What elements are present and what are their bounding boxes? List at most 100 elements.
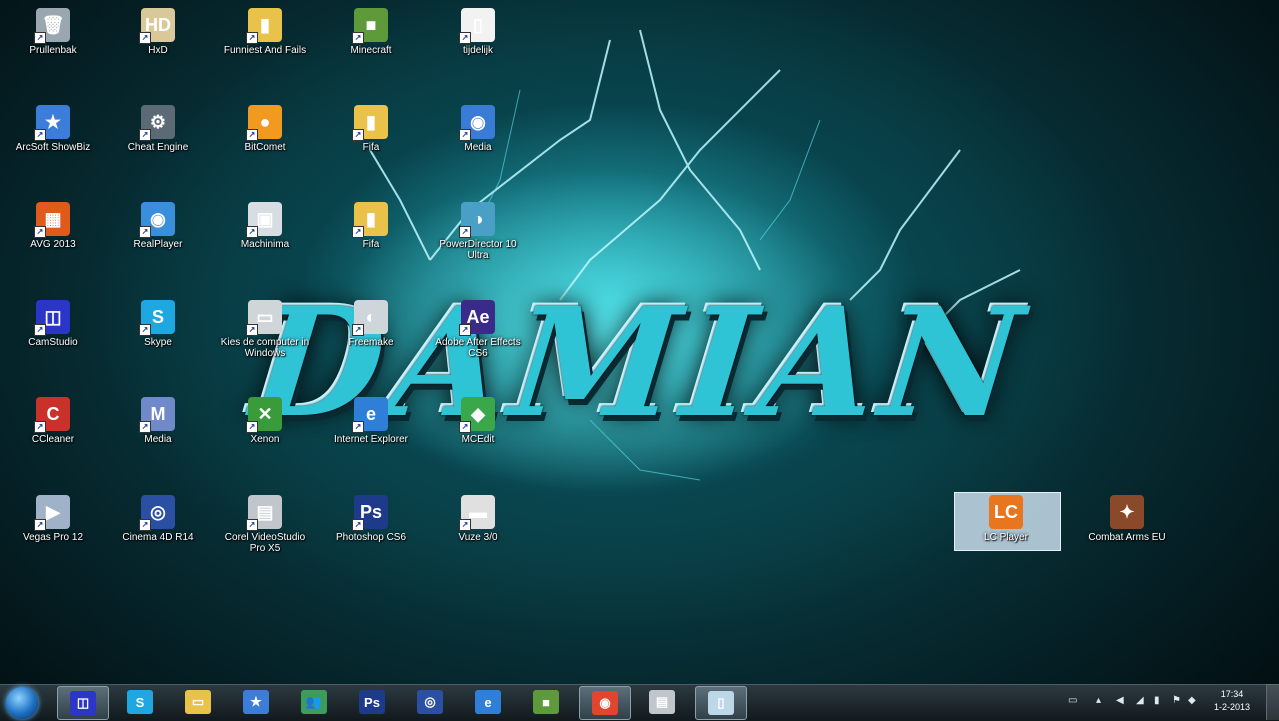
desktop-shortcut[interactable]: 🗑 ↗ Prullenbak	[5, 4, 101, 84]
taskbar-button[interactable]: ★	[231, 686, 281, 718]
desktop-shortcut[interactable]: ◑ ↗ PowerDirector 10 Ultra	[430, 198, 526, 278]
desktop-shortcut[interactable]: ▭ ↗ Kies de computer in Windows	[217, 296, 313, 376]
taskbar-button[interactable]: ▤	[637, 686, 687, 718]
desktop-shortcut[interactable]: ◉ ↗ Media	[430, 101, 526, 181]
skype-icon: S ↗	[139, 300, 175, 336]
desktop-shortcut[interactable]: ◉ ↗ RealPlayer	[110, 198, 206, 278]
desktop-shortcut[interactable]: ▣ ↗ Machinima	[217, 198, 313, 278]
shortcut-arrow-icon: ↗	[139, 226, 151, 238]
shortcut-arrow-icon: ↗	[246, 324, 258, 336]
shortcut-arrow-icon: ↗	[139, 32, 151, 44]
desktop-shortcut[interactable]: ▤ ↗ Corel VideoStudio Pro X5	[217, 491, 313, 571]
shortcut-arrow-icon: ↗	[459, 226, 471, 238]
clock-date: 1-2-2013	[1213, 702, 1251, 712]
desktop-shortcut[interactable]: Ae ↗ Adobe After Effects CS6	[430, 296, 526, 376]
taskbar-button[interactable]: ◫	[57, 686, 109, 720]
taskbar-cinema4d-icon: ◎	[417, 690, 443, 714]
desktop-shortcut[interactable]: S ↗ Skype	[110, 296, 206, 376]
desktop-shortcut[interactable]: ✕ ↗ Xenon	[217, 393, 313, 473]
shortcut-arrow-icon: ↗	[34, 226, 46, 238]
desktop-shortcut-label: Photoshop CS6	[335, 532, 407, 543]
desktop-shortcut[interactable]: ▦ ↗ AVG 2013	[5, 198, 101, 278]
desktop-shortcut[interactable]: ▮ ↗ Fifa	[323, 101, 419, 181]
folder-2-icon: ▮ ↗	[352, 202, 388, 238]
taskbar-button[interactable]: ◉	[579, 686, 631, 720]
cheat-engine-icon: ⚙ ↗	[139, 105, 175, 141]
desktop-shortcut[interactable]: ★ ↗ ArcSoft ShowBiz	[5, 101, 101, 181]
desktop-shortcut[interactable]: ◎ ↗ Cinema 4D R14	[110, 491, 206, 571]
desktop-shortcut-label: Kies de computer in Windows	[220, 337, 310, 359]
desktop-shortcut[interactable]: ◆ ↗ MCEdit	[430, 393, 526, 473]
desktop-shortcut[interactable]: ◫ ↗ CamStudio	[5, 296, 101, 376]
desktop-shortcut-label: RealPlayer	[133, 239, 183, 250]
desktop-shortcut-label: Prullenbak	[29, 45, 77, 56]
shortcut-arrow-icon: ↗	[139, 519, 151, 531]
taskbar-button[interactable]: ◎	[405, 686, 455, 718]
taskbar-button[interactable]: e	[463, 686, 513, 718]
desktop-shortcut-label: Cinema 4D R14	[122, 532, 194, 543]
taskbar-button[interactable]: ■	[521, 686, 571, 718]
desktop-shortcut[interactable]: e ↗ Internet Explorer	[323, 393, 419, 473]
desktop-shortcut-label: Machinima	[240, 239, 290, 250]
tray-shield-icon[interactable]: ◆	[1188, 696, 1198, 706]
combat-arms-icon: ✦	[1110, 495, 1144, 529]
shortcut-arrow-icon: ↗	[246, 519, 258, 531]
desktop-shortcut[interactable]: ⚙ ↗ Cheat Engine	[110, 101, 206, 181]
desktop-shortcut[interactable]: ▯ ↗ tijdelijk	[430, 4, 526, 84]
tray-volume-icon[interactable]: ◀	[1116, 696, 1126, 706]
tray-arrow-icon[interactable]: ▴	[1096, 696, 1106, 706]
taskbar-button[interactable]: Ps	[347, 686, 397, 718]
desktop-shortcut-label: Cheat Engine	[127, 142, 189, 153]
shortcut-arrow-icon: ↗	[34, 519, 46, 531]
taskbar-clock[interactable]: 17:34 1-2-2013	[1206, 688, 1258, 716]
desktop-shortcut[interactable]: ■ ↗ Minecraft	[323, 4, 419, 84]
desktop-shortcut[interactable]: ▶ ↗ Vegas Pro 12	[5, 491, 101, 571]
media-icon: M ↗	[139, 397, 175, 433]
show-desktop-button[interactable]	[1266, 684, 1279, 720]
desktop-shortcut[interactable]: ▮ ↗ Fifa	[323, 198, 419, 278]
taskbar-button[interactable]: ▯	[695, 686, 747, 720]
bitcomet-icon: ● ↗	[246, 105, 282, 141]
desktop-shortcut[interactable]: ◐ ↗ Freemake	[323, 296, 419, 376]
desktop-shortcut[interactable]: ✦ Combat Arms EU	[1079, 491, 1175, 571]
shortcut-arrow-icon: ↗	[352, 226, 364, 238]
shortcut-arrow-icon: ↗	[139, 324, 151, 336]
desktop-shortcut-label: ArcSoft ShowBiz	[15, 142, 91, 153]
start-button[interactable]	[6, 687, 38, 719]
desktop-shortcut[interactable]: Ps ↗ Photoshop CS6	[323, 491, 419, 571]
taskbar-chrome-icon: ◉	[592, 691, 618, 715]
desktop-shortcut[interactable]: LC LC Player	[958, 491, 1054, 571]
ccleaner-icon: C ↗	[34, 397, 70, 433]
shortcut-arrow-icon: ↗	[459, 519, 471, 531]
shortcut-arrow-icon: ↗	[139, 421, 151, 433]
desktop-shortcut[interactable]: ▬ ↗ Vuze 3/0	[430, 491, 526, 571]
avg-2013-icon: ▦ ↗	[34, 202, 70, 238]
vegas-pro-icon: ▶ ↗	[34, 495, 70, 531]
desktop-shortcut-label: Minecraft	[350, 45, 392, 56]
desktop-shortcut-label: Freemake	[348, 337, 394, 348]
desktop-shortcut-label: Internet Explorer	[334, 434, 408, 445]
prullenbak-icon: 🗑 ↗	[34, 8, 70, 44]
desktop-shortcut[interactable]: ● ↗ BitComet	[217, 101, 313, 181]
desktop-shortcut-label: Vuze 3/0	[458, 532, 498, 543]
taskbar-button[interactable]: S	[115, 686, 165, 718]
shortcut-arrow-icon: ↗	[352, 519, 364, 531]
tray-flag-icon[interactable]: ⚑	[1172, 696, 1182, 706]
desktop-shortcut-label: CCleaner	[31, 434, 75, 445]
taskbar-button[interactable]: ▭	[173, 686, 223, 718]
desktop-shortcut-label: Media	[144, 434, 172, 445]
desktop-shortcut[interactable]: C ↗ CCleaner	[5, 393, 101, 473]
desktop-shortcut[interactable]: HD ↗ HxD	[110, 4, 206, 84]
desktop-shortcut[interactable]: M ↗ Media	[110, 393, 206, 473]
taskbar-button[interactable]: 👥	[289, 686, 339, 718]
dvd-player-icon: ◉ ↗	[459, 105, 495, 141]
desktop-shortcut-label: BitComet	[244, 142, 286, 153]
after-effects-icon: Ae ↗	[459, 300, 495, 336]
desktop-shortcut[interactable]: ▮ ↗ Funniest And Fails	[217, 4, 313, 84]
tray-network-icon[interactable]: ▭	[1068, 696, 1078, 706]
tray-power-icon[interactable]: ▮	[1154, 696, 1164, 706]
taskbar-ie-icon: e	[475, 690, 501, 714]
shortcut-arrow-icon: ↗	[352, 324, 364, 336]
tray-signal-icon[interactable]: ◢	[1136, 696, 1146, 706]
corel-videostudio-icon: ▤ ↗	[246, 495, 282, 531]
